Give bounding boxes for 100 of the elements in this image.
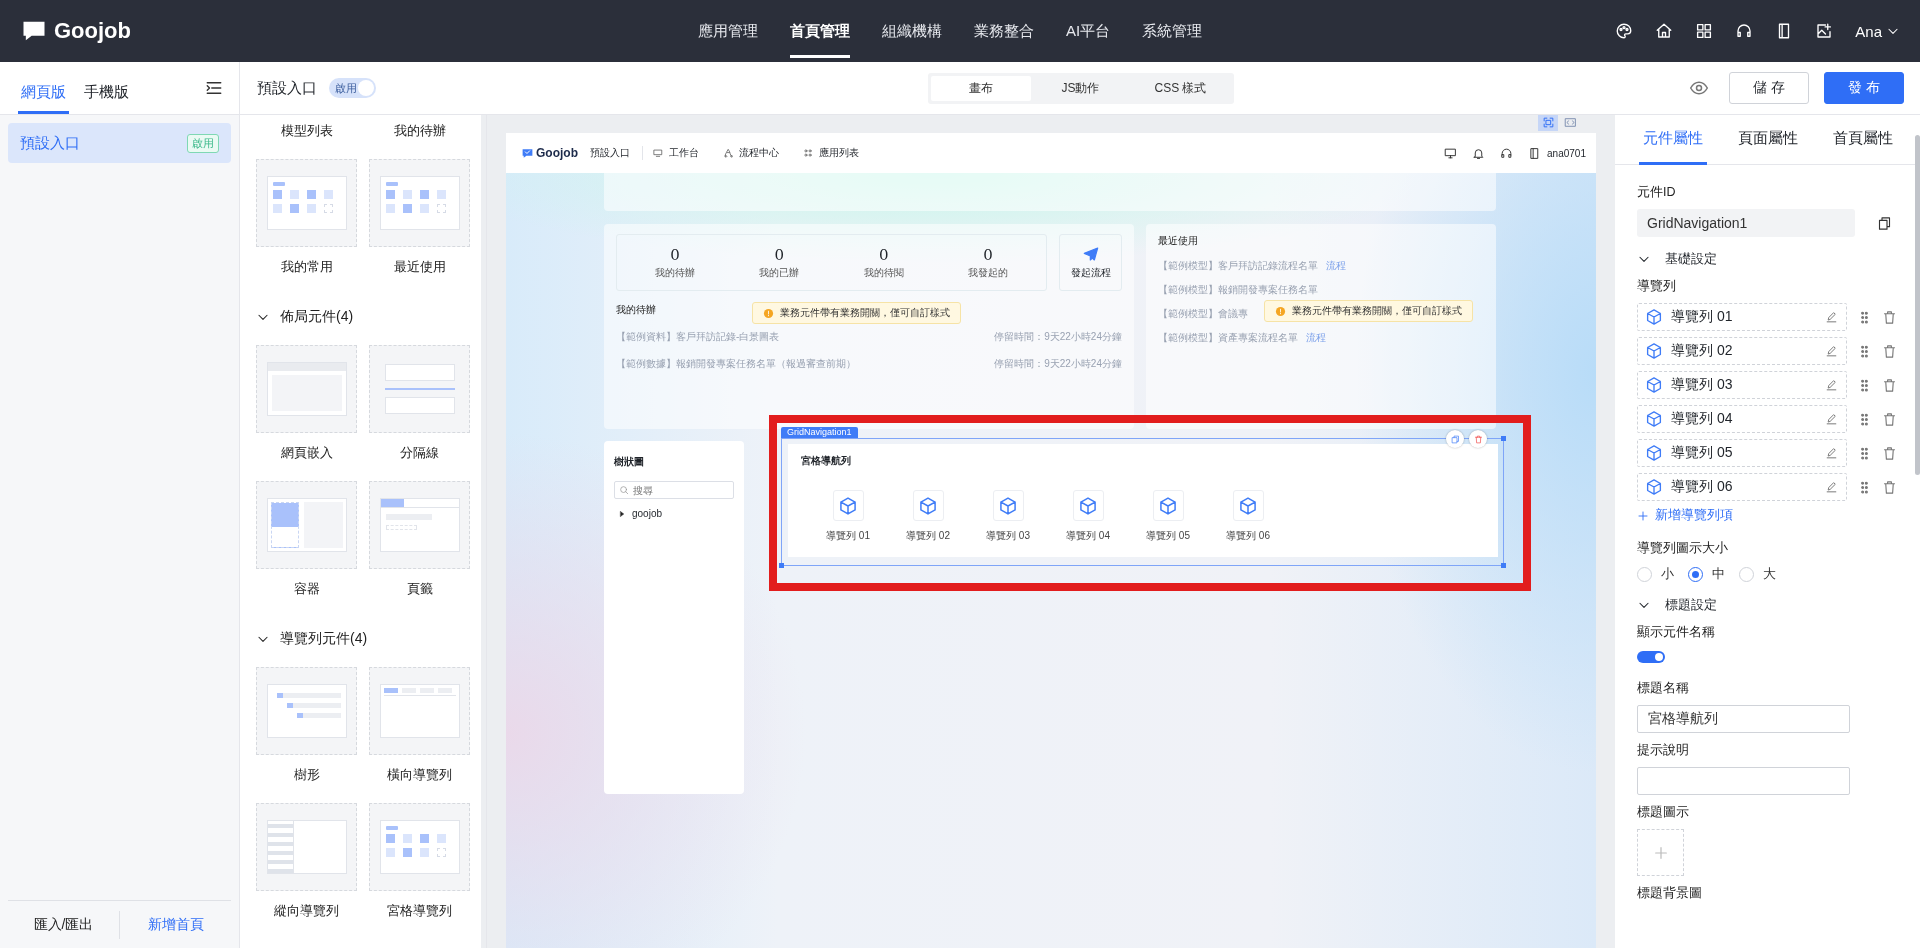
user-menu[interactable]: Ana [1855, 22, 1900, 40]
card-title: 樹狀圖 [614, 455, 645, 469]
page-item[interactable]: 預設入口 啟用 [8, 123, 231, 163]
copy-button[interactable] [1446, 430, 1464, 448]
scrollbar[interactable] [1915, 135, 1920, 475]
monitor-icon [653, 148, 663, 158]
menu-tab[interactable]: 系統管理 [1126, 0, 1219, 62]
scrollbar[interactable] [481, 115, 486, 948]
nav-item-field[interactable]: 導覽列 05 [1637, 439, 1847, 467]
save-button[interactable]: 儲 存 [1729, 72, 1809, 104]
group-header[interactable]: 導覽列元件(4) [256, 627, 368, 651]
view-tab[interactable]: CSS 樣式 [1130, 75, 1231, 101]
text-field[interactable]: 宮格導航列 [1637, 705, 1850, 733]
enable-toggle[interactable]: 啟用 [329, 78, 376, 98]
import-export-button[interactable]: 匯入/匯出 [8, 910, 119, 939]
add-page-link[interactable]: 新增首頁 [119, 910, 231, 939]
caret-icon[interactable] [618, 509, 626, 518]
radio-option[interactable]: 大 [1739, 565, 1776, 583]
bell-icon[interactable] [1472, 146, 1486, 160]
nav-item-field[interactable]: 導覽列 06 [1637, 473, 1847, 501]
edit-icon[interactable] [1825, 446, 1838, 460]
menu-tab[interactable]: 首頁管理 [773, 0, 866, 62]
component-thumbnail[interactable] [256, 667, 357, 755]
palette-icon[interactable] [1615, 22, 1634, 40]
view-tab[interactable]: 畫布 [930, 75, 1031, 101]
edit-icon[interactable] [1825, 480, 1838, 494]
menu-tab[interactable]: AI平台 [1049, 0, 1127, 62]
add-nav-item-link[interactable]: 新增導覽列項 [1637, 507, 1733, 524]
group-header[interactable]: 佈局元件(4) [256, 305, 354, 329]
tree-node[interactable]: goojob [632, 508, 663, 519]
panel-tab[interactable]: 頁面屬性 [1733, 115, 1802, 165]
headset-icon[interactable] [1735, 22, 1754, 40]
copy-icon[interactable] [1877, 215, 1892, 231]
id-field[interactable]: GridNavigation1 [1637, 209, 1855, 237]
publish-button[interactable]: 發 布 [1824, 72, 1904, 104]
section-header[interactable]: 標題設定 [1637, 595, 1717, 615]
component-thumbnail[interactable] [256, 345, 357, 433]
delete-button[interactable] [1469, 430, 1487, 448]
trash-icon[interactable] [1882, 343, 1897, 359]
apps-icon [803, 148, 813, 158]
search-field[interactable]: 搜尋 [614, 481, 734, 499]
nav-item-field[interactable]: 導覽列 02 [1637, 337, 1847, 365]
resize-handle[interactable] [1501, 436, 1506, 441]
trash-icon[interactable] [1882, 411, 1897, 427]
nav-tile[interactable] [912, 490, 944, 521]
user-name[interactable]: ana0701 [1547, 147, 1586, 159]
flow-icon [723, 148, 733, 158]
nav-tile[interactable] [1232, 490, 1264, 521]
view-tab[interactable]: JS動作 [1030, 75, 1131, 101]
nav-tile[interactable] [832, 490, 864, 521]
edit-icon[interactable] [1825, 344, 1838, 358]
component-thumbnail[interactable] [369, 481, 470, 569]
radio-option[interactable]: 中 [1688, 565, 1725, 583]
text-field[interactable] [1637, 767, 1850, 795]
nav-link[interactable]: 工作台 [653, 146, 699, 160]
home-icon[interactable] [1655, 22, 1674, 40]
edit-icon[interactable] [1825, 412, 1838, 426]
edit-icon[interactable] [1825, 378, 1838, 392]
nav-tile[interactable] [1152, 490, 1184, 521]
menu-tab[interactable]: 組織機構 [865, 0, 958, 62]
edit-icon[interactable] [1825, 310, 1838, 324]
menu-tab[interactable]: 業務整合 [957, 0, 1050, 62]
nav-link[interactable]: 應用列表 [803, 146, 859, 160]
page-title: 預設入口 [257, 78, 317, 98]
start-flow-button[interactable]: 發起流程 [1059, 234, 1122, 291]
nav-item-field[interactable]: 導覽列 03 [1637, 371, 1847, 399]
component-thumbnail[interactable] [369, 667, 470, 755]
nav-link[interactable]: 流程中心 [723, 146, 779, 160]
nav-tile[interactable] [1072, 490, 1104, 521]
fullscreen-button[interactable] [1538, 115, 1558, 131]
toggle-switch[interactable] [1637, 651, 1665, 663]
component-thumbnail[interactable] [369, 803, 470, 891]
component-label: 樹形 [293, 767, 320, 784]
nav-tile[interactable] [992, 490, 1024, 521]
component-thumbnail[interactable] [369, 159, 470, 247]
nav-item-field[interactable]: 導覽列 01 [1637, 303, 1847, 331]
menu-tab[interactable]: 應用管理 [681, 0, 774, 62]
section-header[interactable]: 基礎設定 [1637, 249, 1717, 269]
mode-tab[interactable]: 手機版 [81, 74, 132, 114]
headset-icon[interactable] [1500, 146, 1514, 160]
component-thumbnail[interactable] [256, 159, 357, 247]
trash-icon[interactable] [1882, 445, 1897, 461]
resize-handle[interactable] [779, 563, 784, 568]
panel-tab[interactable]: 首頁屬性 [1828, 115, 1897, 165]
radio-option[interactable]: 小 [1637, 565, 1674, 583]
collapse-menu-icon[interactable] [205, 79, 223, 97]
trash-icon[interactable] [1882, 309, 1897, 325]
resize-handle[interactable] [1501, 563, 1506, 568]
preview-eye-icon[interactable] [1689, 78, 1709, 98]
trash-icon[interactable] [1882, 377, 1897, 393]
image-add-icon[interactable] [1815, 22, 1834, 40]
monitor-icon[interactable] [1444, 146, 1458, 160]
component-thumbnail[interactable] [256, 481, 357, 569]
trash-icon[interactable] [1882, 479, 1897, 495]
component-thumbnail[interactable] [369, 345, 470, 433]
nav-item-field[interactable]: 導覽列 04 [1637, 405, 1847, 433]
radio-button[interactable] [1688, 566, 1703, 582]
apps-icon[interactable] [1695, 22, 1714, 40]
panel-tab[interactable]: 元件屬性 [1638, 115, 1707, 165]
component-thumbnail[interactable] [256, 803, 357, 891]
